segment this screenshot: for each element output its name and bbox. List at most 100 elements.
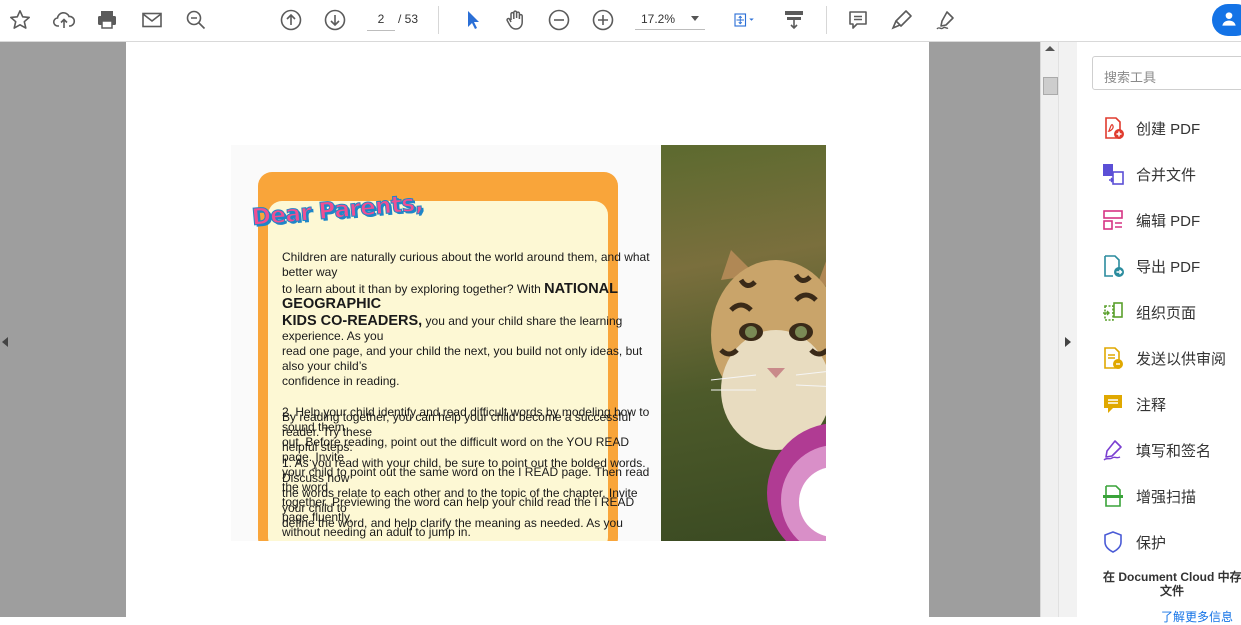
prev-page-button[interactable] — [276, 5, 306, 35]
page-number-input[interactable]: 2 — [367, 8, 395, 31]
collapse-left-arrow-icon[interactable] — [2, 337, 8, 347]
tools-panel: 搜索工具 创建 PDF 合并文件 编辑 PDF 导出 PDF 组织页面 发送以供… — [1077, 42, 1241, 624]
zoom-out-button[interactable] — [544, 5, 574, 35]
email-button[interactable] — [137, 5, 167, 35]
intro-line: KIDS CO-READERS, you and your child shar… — [282, 314, 662, 344]
combine-files-icon — [1103, 164, 1124, 185]
tool-combine-files[interactable]: 合并文件 — [1101, 160, 1196, 188]
comment-icon — [1104, 395, 1122, 413]
star-icon — [10, 10, 30, 29]
cloud-upload-icon — [52, 12, 76, 28]
page-spread: Dear Parents, Children are naturally cur… — [231, 145, 826, 541]
toolbar-divider — [826, 6, 827, 34]
enhance-scan-icon — [1103, 485, 1123, 507]
tool-label: 导出 PDF — [1136, 258, 1201, 276]
organize-pages-icon — [1103, 302, 1123, 321]
overlap-line: without needing an adult to jump in. — [282, 525, 471, 539]
tool-label: 创建 PDF — [1136, 120, 1201, 138]
intro-line: Children are naturally curious about the… — [282, 250, 650, 279]
zoom-search-icon — [186, 10, 206, 30]
scroll-down-icon — [785, 11, 803, 30]
document-cloud-promo: 在 Document Cloud 中存 文件 — [1077, 570, 1241, 598]
kids-co-readers-text: KIDS CO-READERS, — [282, 313, 423, 329]
edit-pdf-icon — [1103, 210, 1123, 230]
zoom-level-value: 17.2% — [641, 12, 676, 26]
tool-enhance-scan[interactable]: 增强扫描 — [1101, 482, 1196, 510]
promo-line: 文件 — [1159, 584, 1184, 598]
zoom-in-button[interactable] — [588, 5, 618, 35]
hand-tool-button[interactable] — [500, 5, 530, 35]
envelope-icon — [142, 12, 162, 28]
search-tools-input[interactable]: 搜索工具 — [1092, 56, 1241, 90]
arrow-down-circle-icon — [324, 9, 346, 31]
comment-button[interactable] — [843, 5, 873, 35]
comment-bubble-icon — [849, 11, 867, 29]
ocelot-photo-icon — [710, 250, 826, 450]
export-pdf-icon — [1104, 255, 1124, 277]
tool-send-for-review[interactable]: 发送以供审阅 — [1101, 344, 1226, 372]
overlap-text-layer-a: without needing an adult to jump in. — [282, 525, 662, 540]
bookmark-star-button[interactable] — [5, 5, 35, 35]
scroll-mode-button[interactable] — [779, 5, 809, 35]
plus-circle-icon — [592, 9, 614, 31]
select-tool-button[interactable] — [457, 5, 487, 35]
print-button[interactable] — [92, 5, 122, 35]
tool-label: 填写和签名 — [1136, 442, 1212, 460]
left-page: Dear Parents, Children are naturally cur… — [231, 145, 661, 541]
tool-label: 编辑 PDF — [1136, 212, 1201, 230]
scrollbar-thumb[interactable] — [1043, 77, 1058, 95]
vertical-scrollbar[interactable] — [1040, 42, 1059, 617]
highlighter-pen-icon — [891, 10, 912, 30]
user-icon — [1222, 12, 1236, 26]
collapse-right-arrow-icon[interactable] — [1065, 337, 1071, 347]
tool-fill-and-sign[interactable]: 填写和签名 — [1101, 436, 1211, 464]
tool-protect[interactable]: 保护 — [1101, 528, 1166, 556]
right-panel-collapse-bar[interactable] — [1058, 42, 1077, 617]
tool-label: 组织页面 — [1136, 304, 1197, 322]
chevron-down-icon — [691, 16, 699, 21]
intro-line: confidence in reading. — [282, 374, 400, 388]
upload-button[interactable] — [49, 5, 79, 35]
overlap-line: helpful steps: — [282, 440, 353, 454]
find-button[interactable] — [181, 5, 211, 35]
highlight-button[interactable] — [887, 5, 917, 35]
minus-circle-icon — [548, 9, 570, 31]
right-page-photo — [661, 145, 826, 541]
printer-icon — [98, 11, 116, 29]
protect-icon — [1104, 531, 1122, 553]
page-total-label: / 53 — [398, 12, 419, 26]
cursor-arrow-icon — [468, 11, 479, 29]
intro-line: to learn about it than by exploring toge… — [282, 282, 662, 312]
tool-label: 发送以供审阅 — [1136, 350, 1227, 368]
zoom-level-select[interactable]: 17.2% — [635, 8, 705, 30]
scroll-up-arrow-icon[interactable] — [1045, 46, 1055, 51]
tool-edit-pdf[interactable]: 编辑 PDF — [1101, 206, 1200, 234]
tool-comment[interactable]: 注释 — [1101, 390, 1166, 418]
pen-sign-icon — [936, 11, 954, 30]
fill-sign-icon — [1103, 440, 1122, 461]
tool-export-pdf[interactable]: 导出 PDF — [1101, 252, 1200, 280]
toolbar-divider — [438, 6, 439, 34]
next-page-button[interactable] — [320, 5, 350, 35]
tool-organize-pages[interactable]: 组织页面 — [1101, 298, 1196, 326]
tool-label: 保护 — [1136, 534, 1167, 552]
tool-create-pdf[interactable]: 创建 PDF — [1101, 114, 1200, 142]
intro-line: read one page, and your child the next, … — [282, 344, 643, 373]
fit-page-button[interactable] — [724, 5, 764, 35]
hand-icon — [506, 10, 523, 30]
promo-line: 在 Document Cloud 中存 — [1103, 570, 1241, 584]
document-viewport[interactable]: Dear Parents, Children are naturally cur… — [0, 42, 1040, 617]
intro-text: to learn about it than by exploring toge… — [282, 282, 545, 296]
sign-button[interactable] — [931, 5, 961, 35]
tool-label: 合并文件 — [1136, 166, 1197, 184]
tool-label: 增强扫描 — [1136, 488, 1197, 506]
fit-page-icon — [734, 13, 754, 27]
send-review-icon — [1104, 347, 1123, 369]
top-toolbar: 2 / 53 17.2% — [0, 0, 1241, 42]
arrow-up-circle-icon — [280, 9, 302, 31]
intro-paragraph: Children are naturally curious about the… — [282, 250, 662, 389]
share-button[interactable] — [1212, 4, 1241, 36]
create-pdf-icon — [1105, 117, 1124, 139]
tool-label: 注释 — [1136, 396, 1167, 414]
pdf-page: Dear Parents, Children are naturally cur… — [126, 42, 929, 617]
